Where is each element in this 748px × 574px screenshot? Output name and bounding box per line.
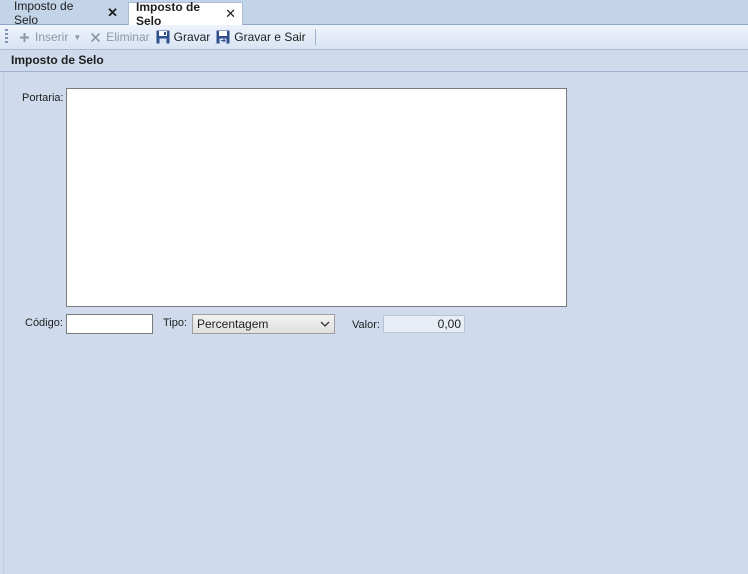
insert-label: Inserir [35,30,69,44]
close-icon[interactable]: ✕ [107,5,118,21]
save-label: Gravar [173,30,211,44]
delete-label: Eliminar [106,30,150,44]
save-and-exit-label: Gravar e Sair [234,30,306,44]
tipo-selected-value: Percentagem [197,317,269,331]
toolbar-separator [314,29,316,45]
valor-input[interactable]: 0,00 [383,315,465,333]
tab-label: Imposto de Selo [14,0,74,27]
close-icon[interactable]: ✕ [225,6,236,22]
toolbar-grip[interactable] [5,29,8,45]
tab-strip: Imposto de Selo ✕ Imposto de Selo ✕ [0,0,748,28]
insert-button[interactable]: Inserir [14,27,71,47]
tipo-select[interactable]: Percentagem [192,314,335,334]
x-icon [88,30,102,44]
save-and-exit-button[interactable]: Gravar e Sair [213,27,308,47]
codigo-label: Código: [25,317,63,329]
portaria-label: Portaria: [22,92,64,104]
toolbar: Inserir ▼ Eliminar Gravar Gravar e Sair [0,25,748,50]
save-button[interactable]: Gravar [153,27,214,47]
chevron-down-icon[interactable]: ▼ [73,33,81,42]
delete-button[interactable]: Eliminar [85,27,152,47]
group-border [3,72,4,574]
valor-label: Valor: [352,319,380,331]
group-header: Imposto de Selo [0,50,748,72]
floppy-disk-exit-icon [216,30,230,44]
tab-imposto-de-selo-2-active[interactable]: Imposto de Selo ✕ [128,0,243,28]
plus-icon [17,30,31,44]
tab-imposto-de-selo-1[interactable]: Imposto de Selo ✕ [0,0,124,27]
tab-label: Imposto de Selo [136,0,201,28]
codigo-input[interactable] [66,314,153,334]
group-title: Imposto de Selo [11,53,104,67]
tipo-label: Tipo: [163,317,188,329]
portaria-textarea[interactable] [66,88,567,307]
floppy-disk-icon [156,30,170,44]
chevron-down-icon [319,318,331,330]
